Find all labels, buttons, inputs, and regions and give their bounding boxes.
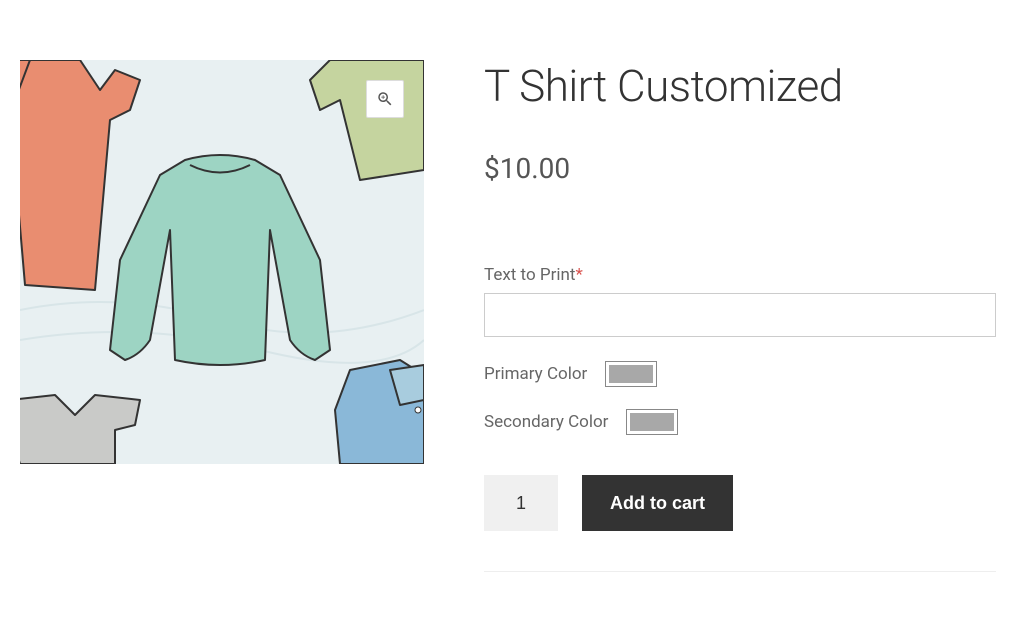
primary-color-label: Primary Color: [484, 364, 587, 384]
product-page: T Shirt Customized $10.00 Text to Print*…: [0, 0, 1016, 592]
text-to-print-label-text: Text to Print: [484, 265, 575, 285]
shirt-illustration: [20, 60, 424, 464]
product-details: T Shirt Customized $10.00 Text to Print*…: [484, 60, 996, 572]
product-image-column: [20, 60, 424, 572]
text-to-print-input[interactable]: [484, 293, 996, 337]
product-title: T Shirt Customized: [484, 60, 996, 112]
primary-color-field: Primary Color: [484, 361, 996, 387]
product-image: [20, 60, 424, 464]
quantity-input[interactable]: [484, 475, 558, 531]
required-asterisk: *: [575, 265, 582, 285]
primary-color-swatch: [609, 365, 653, 383]
add-to-cart-button[interactable]: Add to cart: [582, 475, 733, 531]
add-to-cart-row: Add to cart: [484, 475, 996, 572]
primary-color-picker[interactable]: [605, 361, 657, 387]
text-to-print-label: Text to Print*: [484, 265, 583, 285]
secondary-color-field: Secondary Color: [484, 409, 996, 435]
zoom-button[interactable]: [366, 80, 404, 118]
product-price: $10.00: [484, 152, 996, 185]
secondary-color-label: Secondary Color: [484, 412, 608, 432]
secondary-color-picker[interactable]: [626, 409, 678, 435]
secondary-color-swatch: [630, 413, 674, 431]
zoom-in-icon: [376, 90, 394, 108]
text-to-print-field: Text to Print*: [484, 265, 996, 337]
